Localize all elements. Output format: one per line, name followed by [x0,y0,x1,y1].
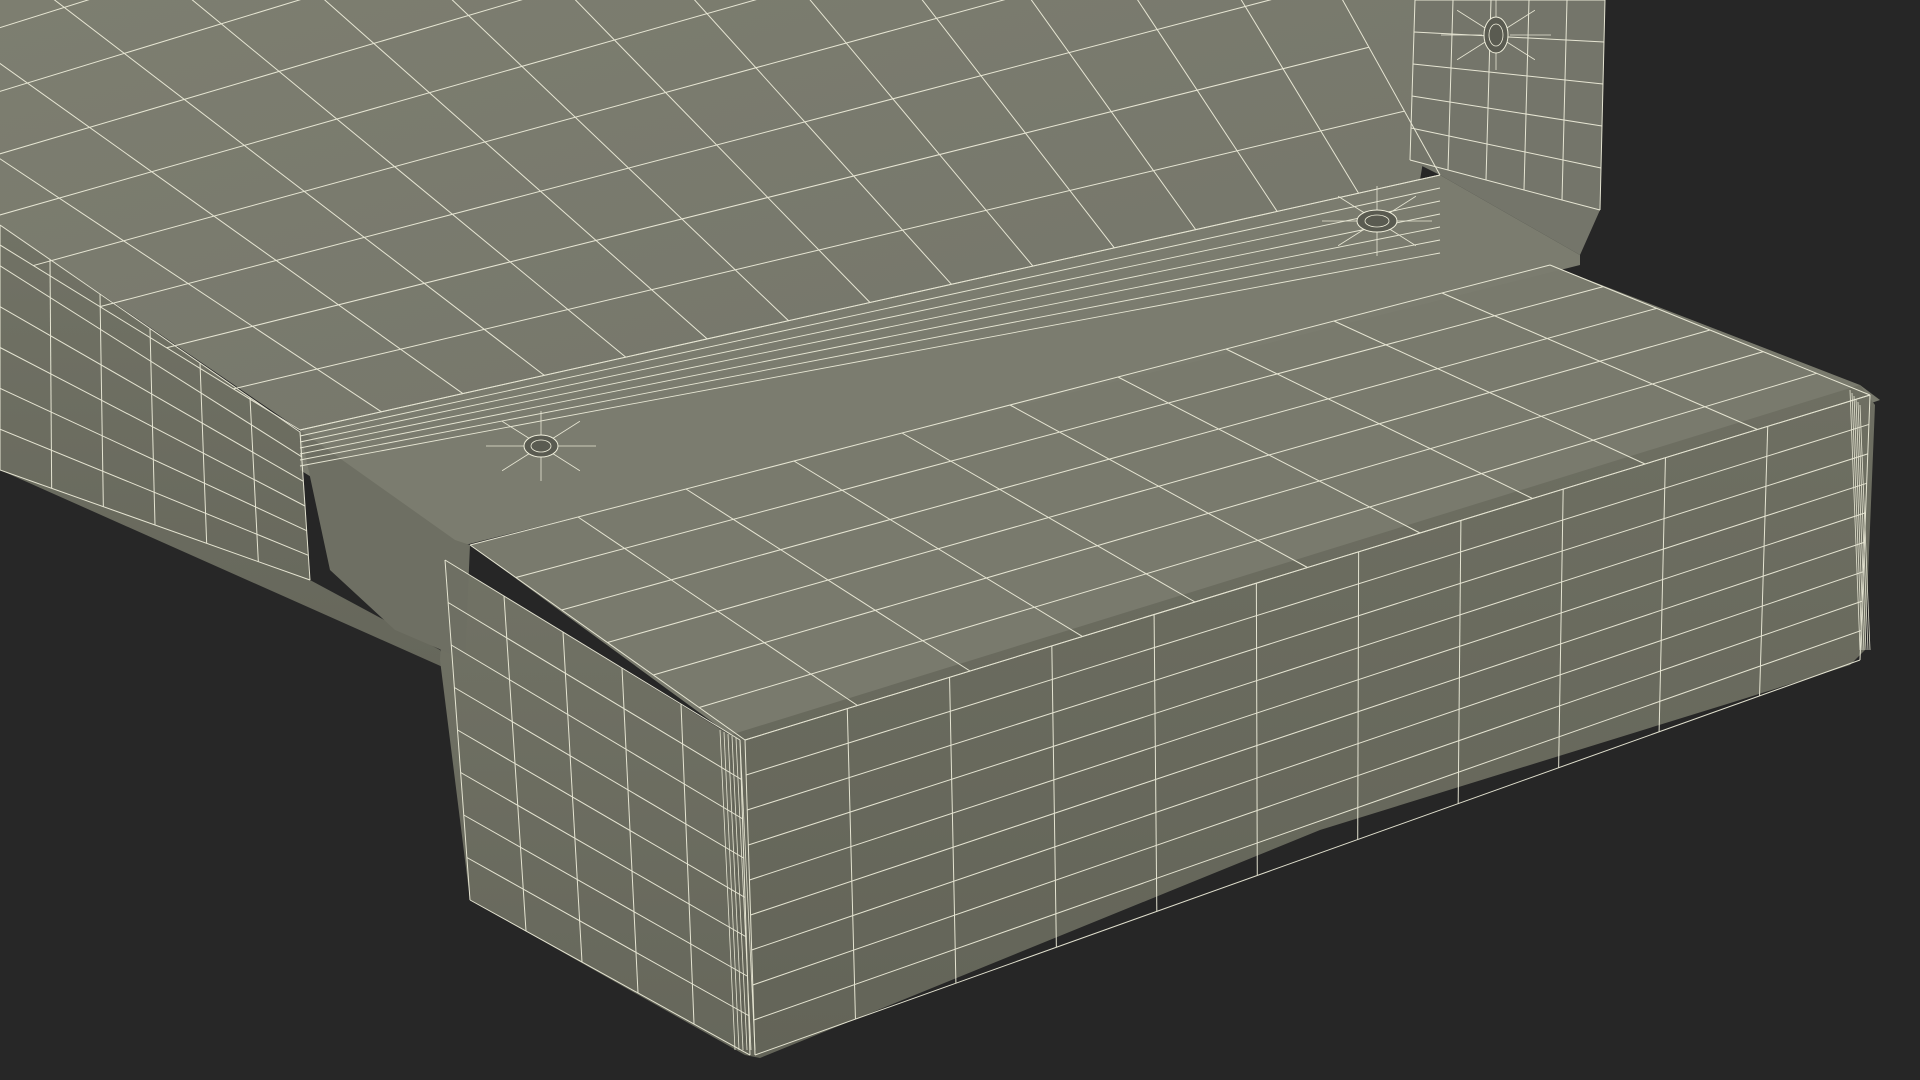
screw-hole-icon [523,434,559,458]
screw-hole-icon [1356,209,1398,233]
wireframe-scene [0,0,1920,1080]
screw-hole-icon [1483,16,1509,54]
render-viewport [0,0,1920,1080]
